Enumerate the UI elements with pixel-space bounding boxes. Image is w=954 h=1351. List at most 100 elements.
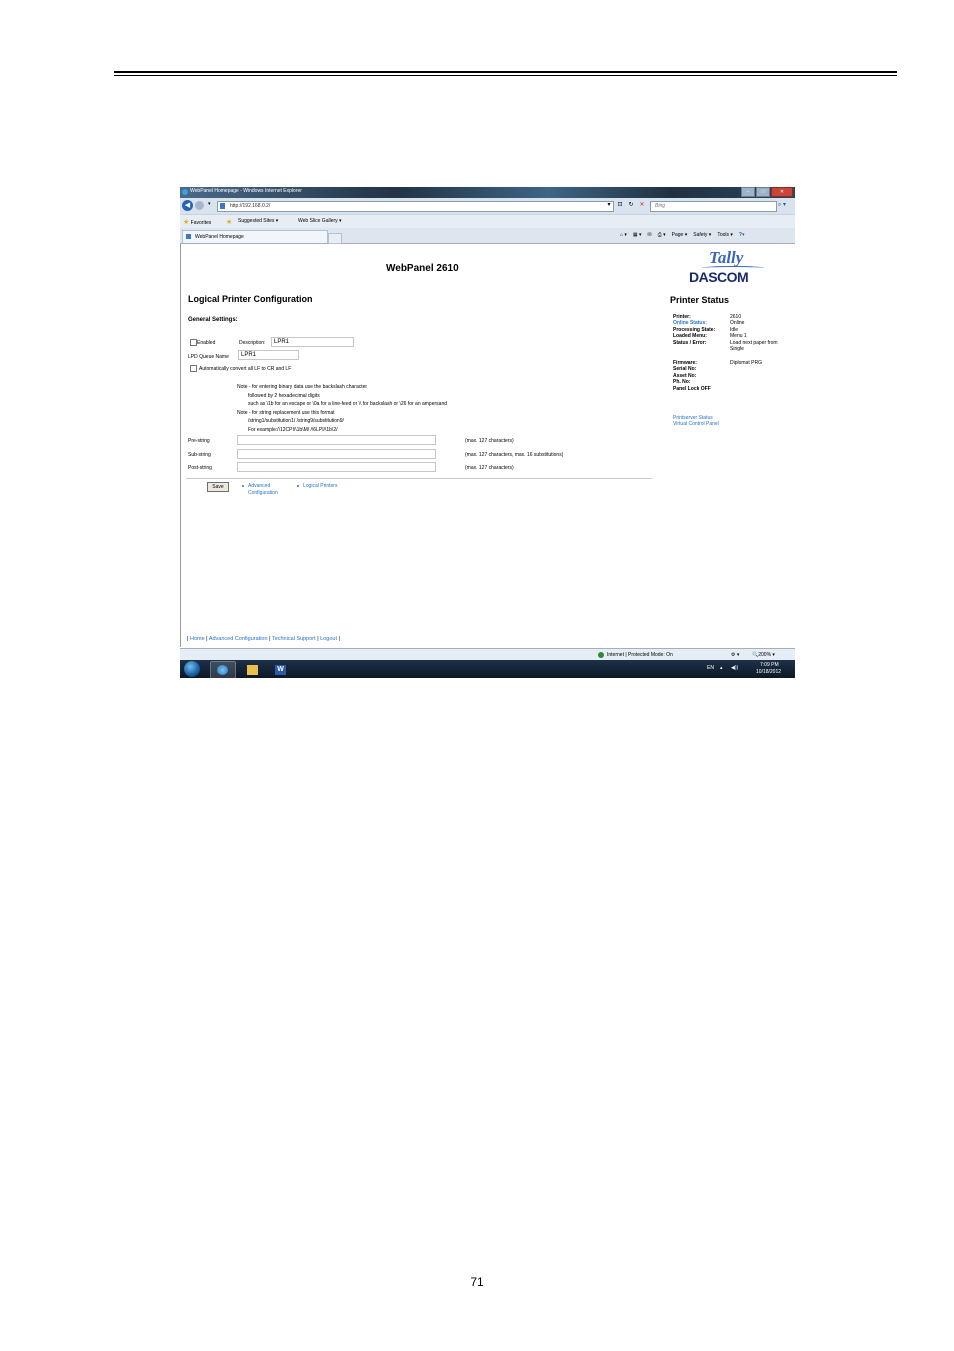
header-rule-thin [114,75,897,76]
advanced-config-link-line1[interactable]: Advanced [248,483,270,489]
globe-icon [598,652,604,658]
note-line-4: Note - for string replacement use this f… [237,410,335,416]
page-title: WebPanel 2610 [386,263,459,274]
search-placeholder: Bing [655,203,666,209]
taskbar-explorer-button[interactable] [240,661,266,678]
forward-button[interactable] [195,201,204,210]
status-label-menu: Loaded Menu: [673,333,707,339]
window-titlebar: WebPanel Homepage - Windows Internet Exp… [180,187,795,198]
post-string-hint: (max. 127 characters) [465,465,514,471]
footer-sep: | [337,636,340,642]
internet-explorer-icon [217,665,228,675]
description-label: Description: [239,340,266,346]
status-value-error-cont: Single [730,346,744,352]
footer-logout-link[interactable]: Logout [320,636,337,642]
description-input[interactable]: LPR1 [271,337,354,347]
tray-expand-icon[interactable]: ▴ [720,665,723,671]
advanced-config-link-line2[interactable]: Configuration [248,490,278,496]
auto-convert-label: Automatically convert all LF to CR and L… [199,366,292,372]
search-box[interactable]: Bing [650,201,777,212]
page-content: WebPanel 2610 Tally DASCOM Logical Print… [180,244,795,647]
history-dropdown-icon[interactable]: ▾ [208,201,211,207]
new-tab-button[interactable] [328,233,342,244]
search-icon[interactable]: ⌕ ▾ [778,201,786,209]
sub-string-hint: (max. 127 characters, max. 16 substituti… [465,452,564,458]
close-icon[interactable]: ✕ [771,187,793,197]
address-buttons: ▾ ⊡ ↻ ✕ [605,201,646,210]
note-line-5: /string1/substitution1/ /string9/substit… [248,418,344,424]
address-bar[interactable]: http://192.168.0.2/ [217,201,614,212]
printer-status-title: Printer Status [670,295,730,305]
pre-string-input[interactable] [237,435,436,445]
general-settings-heading: General Settings: [188,317,238,323]
tab-webpanel-homepage[interactable]: WebPanel Homepage [182,230,328,243]
web-slice-gallery-link[interactable]: Web Slice Gallery ▾ [298,218,342,224]
language-indicator[interactable]: EN [707,665,714,671]
add-favorite-icon[interactable]: ★ [226,218,232,226]
note-line-6: For example:/\12CPI/\1b\M/ /\6LPI/\1b\2/ [248,427,338,433]
refresh-icon[interactable]: ↻ [627,201,635,210]
maximize-icon[interactable]: □ [756,187,770,197]
footer-support-link[interactable]: Technical Support [272,636,316,642]
footer-nav: | Home | Advanced Configuration | Techni… [187,636,340,642]
zoom-level[interactable]: 🔍200% ▾ [752,652,775,658]
home-icon[interactable]: ⌂ ▾ [620,232,627,238]
status-label-online[interactable]: Online Status: [673,320,707,326]
enabled-checkbox[interactable] [190,339,197,346]
status-label-serial: Serial No: [673,366,697,372]
save-button[interactable]: Save [207,482,229,492]
window-controls: – □ ✕ [740,187,793,197]
status-value-online: Online [730,320,745,326]
help-menu[interactable]: ?▾ [739,232,745,238]
clock-date[interactable]: 10/18/2012 [756,669,781,675]
word-icon: W [275,665,286,675]
stop-icon[interactable]: ✕ [638,201,646,210]
pre-string-label: Pre-string [188,438,210,444]
post-string-label: Post-string [188,465,212,471]
page-icon [220,203,225,209]
command-bar: ⌂ ▾ ▦ ▾ ✉ ⎙ ▾ Page ▾ Safety ▾ Tools ▾ ?▾ [620,232,744,238]
status-value-menu: Menu 1 [730,333,747,339]
pre-string-hint: (max. 127 characters) [465,438,514,444]
note-line-1: Note - for entering binary data use the … [237,384,368,390]
navigation-bar: ◀ ▾ http://192.168.0.2/ ▾ ⊡ ↻ ✕ Bing ⌕ ▾ [180,198,795,214]
tools-menu[interactable]: Tools ▾ [717,232,733,238]
post-string-input[interactable] [237,462,436,472]
back-button[interactable]: ◀ [182,200,193,211]
status-label-phone: Ph. No: [673,379,691,385]
feeds-icon[interactable]: ▦ ▾ [633,232,642,238]
address-dropdown-icon[interactable]: ▾ [605,201,613,210]
print-icon[interactable]: ⎙ ▾ [658,232,666,238]
sub-string-input[interactable] [237,449,436,459]
ie-icon [182,189,188,195]
clock-time[interactable]: 7:09 PM [760,662,779,668]
security-zone: Internet | Protected Mode: On [607,652,673,658]
suggested-sites-link[interactable]: Suggested Sites ▾ [238,218,278,224]
start-button[interactable] [184,661,200,677]
logical-printers-link[interactable]: Logical Printers [303,483,337,489]
auto-convert-checkbox[interactable] [190,365,197,372]
virtual-control-panel-link[interactable]: Virtual Control Panel [673,421,719,427]
status-value-firmware: Diplomat PRG [730,360,762,366]
page-icon [186,234,191,239]
taskbar-word-button[interactable]: W [268,661,294,678]
lpd-queue-input[interactable]: LPR1 [238,350,299,360]
page-menu[interactable]: Page ▾ [672,232,688,238]
page-number: 71 [470,1275,484,1289]
safety-menu[interactable]: Safety ▾ [693,232,711,238]
settings-dropdown-icon[interactable]: ⚙ ▾ [731,652,739,658]
footer-advanced-link[interactable]: Advanced Configuration [209,636,268,642]
enabled-label: Enabled [197,340,216,346]
taskbar-ie-button[interactable] [210,661,236,678]
minimize-icon[interactable]: – [741,187,755,197]
volume-icon[interactable]: ◀)) [731,665,738,671]
star-icon: ★ [183,219,190,226]
mail-icon[interactable]: ✉ [648,232,652,238]
note-line-3: such as \1b for an escape or \0a for a l… [248,401,447,407]
compatibility-icon[interactable]: ⊡ [616,201,624,210]
folder-icon [247,665,258,675]
browser-screenshot: WebPanel Homepage - Windows Internet Exp… [180,187,795,678]
favorites-button[interactable]: ★ Favorites [183,218,211,226]
footer-home-link[interactable]: Home [190,636,205,642]
address-text[interactable]: http://192.168.0.2/ [230,203,270,209]
